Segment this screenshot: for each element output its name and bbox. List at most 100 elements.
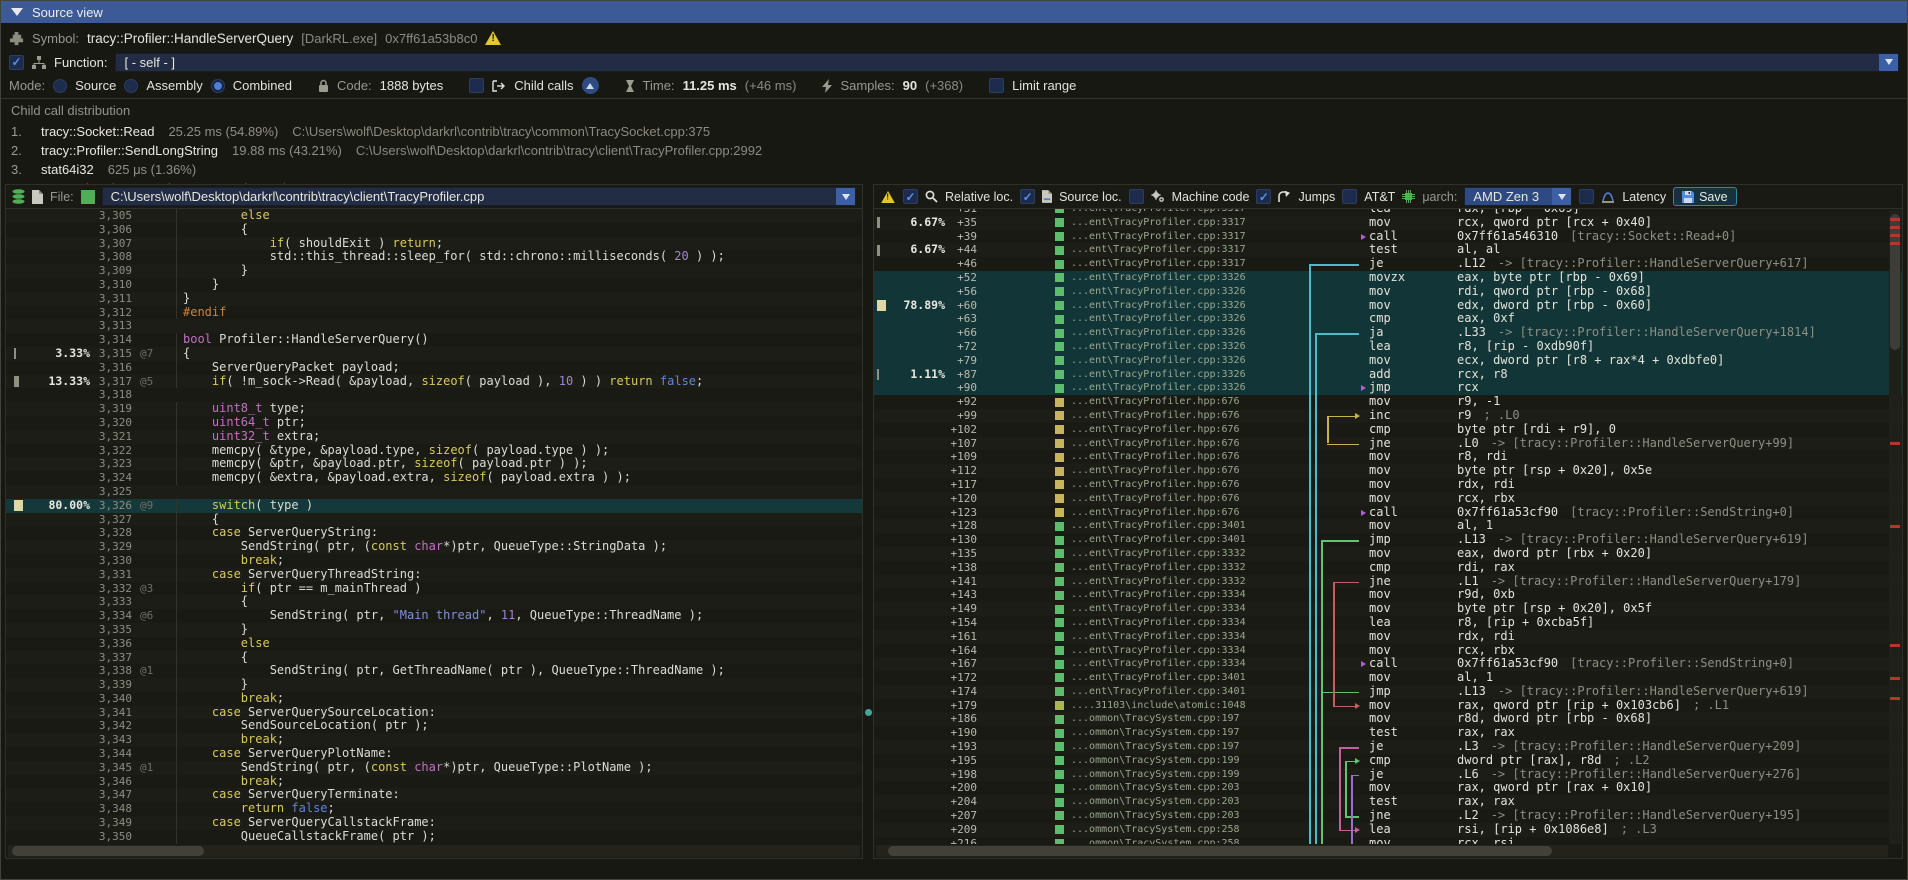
source-line[interactable]: 3,340 break;: [6, 692, 862, 706]
source-line[interactable]: 3,342 SendSourceLocation( ptr );: [6, 719, 862, 733]
asm-line[interactable]: +143...ent\TracyProfiler.cpp:3334movr9d,…: [874, 588, 1902, 602]
uarch-combo[interactable]: AMD Zen 3: [1464, 187, 1572, 206]
asm-line[interactable]: +216...ommon\TracySystem.cpp:258movrcx, …: [874, 837, 1902, 844]
source-line[interactable]: 3,309 }: [6, 264, 862, 278]
asm-line[interactable]: +138...ent\TracyProfiler.cpp:3332cmprdi,…: [874, 561, 1902, 575]
jumps-checkbox[interactable]: [1256, 189, 1271, 204]
source-line[interactable]: 3,313: [6, 319, 862, 333]
asm-line[interactable]: +198...ommon\TracySystem.cpp:199je.L6-> …: [874, 768, 1902, 782]
asm-line[interactable]: +179....31103\include\atomic:1048movrax,…: [874, 699, 1902, 713]
file-combo-arrow[interactable]: [836, 188, 855, 205]
source-line[interactable]: 3,320 uint64_t ptr;: [6, 416, 862, 430]
file-combo[interactable]: C:\Users\wolf\Desktop\darkrl\contrib\tra…: [102, 187, 856, 206]
source-line[interactable]: 3,316 ServerQueryPacket payload;: [6, 361, 862, 375]
asm-line[interactable]: +109...ent\TracyProfiler.hpp:676movr8, r…: [874, 450, 1902, 464]
source-line[interactable]: 3,311}: [6, 292, 862, 306]
source-line[interactable]: 3,341 case ServerQuerySourceLocation:: [6, 706, 862, 720]
asm-line[interactable]: +161...ent\TracyProfiler.cpp:3334movrdx,…: [874, 630, 1902, 644]
asm-line[interactable]: +79...ent\TracyProfiler.cpp:3326movecx, …: [874, 354, 1902, 368]
att-checkbox[interactable]: [1342, 189, 1357, 204]
asm-line[interactable]: +107...ent\TracyProfiler.hpp:676jne.L0->…: [874, 437, 1902, 451]
source-line[interactable]: 3,323 memcpy( &ptr, &payload.ptr, sizeof…: [6, 457, 862, 471]
asm-line[interactable]: 78.89%+60...ent\TracyProfiler.cpp:3326mo…: [874, 299, 1902, 313]
collapse-arrow-icon[interactable]: [11, 8, 23, 16]
source-line[interactable]: 3,329 SendString( ptr, (const char*)ptr,…: [6, 540, 862, 554]
source-line[interactable]: 3,332@3 if( ptr == m_mainThread ): [6, 582, 862, 596]
mode-radio-source[interactable]: [53, 79, 67, 93]
asm-line[interactable]: +209...ommon\TracySystem.cpp:258learsi, …: [874, 823, 1902, 837]
assembly-view[interactable]: +31...ent\TracyProfiler.cpp:3317leardx, …: [874, 209, 1902, 844]
source-line[interactable]: 3,336 else: [6, 637, 862, 651]
relative-loc-checkbox[interactable]: [903, 189, 918, 204]
source-loc-checkbox[interactable]: [1020, 189, 1035, 204]
asm-line[interactable]: +167...ent\TracyProfiler.cpp:3334call0x7…: [874, 657, 1902, 671]
source-line[interactable]: 3,328 case ServerQueryString:: [6, 526, 862, 540]
source-line[interactable]: 3,322 memcpy( &type, &payload.type, size…: [6, 444, 862, 458]
asm-line[interactable]: +154...ent\TracyProfiler.cpp:3334lear8, …: [874, 616, 1902, 630]
asm-line[interactable]: +141...ent\TracyProfiler.cpp:3332jne.L1-…: [874, 575, 1902, 589]
assembly-vscrollbar[interactable]: [1889, 210, 1901, 844]
source-line[interactable]: 3,325: [6, 485, 862, 499]
asm-line[interactable]: +92...ent\TracyProfiler.hpp:676movr9, -1: [874, 395, 1902, 409]
source-line[interactable]: 3,347 case ServerQueryTerminate:: [6, 788, 862, 802]
source-line[interactable]: 3,310 }: [6, 278, 862, 292]
source-line[interactable]: 3,318: [6, 388, 862, 402]
asm-line[interactable]: +195...ommon\TracySystem.cpp:199cmpdword…: [874, 754, 1902, 768]
source-line[interactable]: 3.33%3,315@7{: [6, 347, 862, 361]
source-line[interactable]: 3,343 break;: [6, 733, 862, 747]
latency-checkbox[interactable]: [1579, 189, 1594, 204]
asm-line[interactable]: +56...ent\TracyProfiler.cpp:3326movrdi, …: [874, 285, 1902, 299]
mode-radio-combined[interactable]: [211, 79, 225, 93]
function-combo-arrow[interactable]: [1879, 54, 1898, 71]
asm-line[interactable]: +46...ent\TracyProfiler.cpp:3317je.L12->…: [874, 257, 1902, 271]
source-line[interactable]: 3,307 if( shouldExit ) return;: [6, 237, 862, 251]
child-call-row[interactable]: 1.tracy::Socket::Read25.25 ms (54.89%)C:…: [11, 122, 1897, 141]
source-line[interactable]: 3,308 std::this_thread::sleep_for( std::…: [6, 250, 862, 264]
source-line[interactable]: 3,305 else: [6, 209, 862, 223]
save-button[interactable]: Save: [1673, 187, 1737, 206]
asm-line[interactable]: +186...ommon\TracySystem.cpp:197movr8d, …: [874, 712, 1902, 726]
asm-line[interactable]: 6.67%+35...ent\TracyProfiler.cpp:3317mov…: [874, 216, 1902, 230]
source-line[interactable]: 3,339 }: [6, 678, 862, 692]
source-line[interactable]: 3,334@6 SendString( ptr, "Main thread", …: [6, 609, 862, 623]
asm-line[interactable]: +204...ommon\TracySystem.cpp:203testrax,…: [874, 795, 1902, 809]
source-code-view[interactable]: 3,305 else3,306 {3,307 if( shouldExit ) …: [6, 209, 862, 844]
assembly-hscrollbar[interactable]: [876, 845, 1888, 857]
asm-line[interactable]: 6.67%+44...ent\TracyProfiler.cpp:3317tes…: [874, 243, 1902, 257]
mode-radio-assembly[interactable]: [124, 79, 138, 93]
source-line[interactable]: 3,345@1 SendString( ptr, (const char*)pt…: [6, 761, 862, 775]
child-call-row[interactable]: 3.stat64i32625 μs (1.36%): [11, 160, 1897, 179]
asm-line[interactable]: +52...ent\TracyProfiler.cpp:3326movzxeax…: [874, 271, 1902, 285]
function-checkbox[interactable]: [9, 55, 24, 70]
source-line[interactable]: 3,338@1 SendString( ptr, GetThreadName( …: [6, 664, 862, 678]
asm-line[interactable]: +164...ent\TracyProfiler.cpp:3334movrcx,…: [874, 644, 1902, 658]
panel-splitter[interactable]: [863, 184, 873, 859]
source-line[interactable]: 3,346 break;: [6, 775, 862, 789]
source-line[interactable]: 3,324 memcpy( &extra, &payload.extra, si…: [6, 471, 862, 485]
uarch-combo-arrow[interactable]: [1552, 188, 1571, 205]
source-line[interactable]: 3,349 case ServerQueryCallstackFrame:: [6, 816, 862, 830]
source-line[interactable]: 3,321 uint32_t extra;: [6, 430, 862, 444]
asm-line[interactable]: +190...ommon\TracySystem.cpp:197testrax,…: [874, 726, 1902, 740]
splitter-grip-icon[interactable]: [865, 709, 872, 716]
asm-line[interactable]: +172...ent\TracyProfiler.cpp:3401moval, …: [874, 671, 1902, 685]
asm-line[interactable]: +120...ent\TracyProfiler.hpp:676movrcx, …: [874, 492, 1902, 506]
source-line[interactable]: 3,330 break;: [6, 554, 862, 568]
child-calls-checkbox[interactable]: [469, 78, 484, 93]
machine-code-checkbox[interactable]: [1129, 189, 1144, 204]
asm-line[interactable]: +128...ent\TracyProfiler.cpp:3401moval, …: [874, 519, 1902, 533]
asm-line[interactable]: +66...ent\TracyProfiler.cpp:3326ja.L33->…: [874, 326, 1902, 340]
source-line[interactable]: 3,327 {: [6, 513, 862, 527]
source-line[interactable]: 3,314bool Profiler::HandleServerQuery(): [6, 333, 862, 347]
source-line[interactable]: 3,337 {: [6, 651, 862, 665]
asm-line[interactable]: +39...ent\TracyProfiler.cpp:3317call0x7f…: [874, 230, 1902, 244]
asm-line[interactable]: +72...ent\TracyProfiler.cpp:3326lear8, […: [874, 340, 1902, 354]
asm-line[interactable]: +63...ent\TracyProfiler.cpp:3326cmpeax, …: [874, 312, 1902, 326]
asm-line[interactable]: +117...ent\TracyProfiler.hpp:676movrdx, …: [874, 478, 1902, 492]
asm-line[interactable]: +123...ent\TracyProfiler.hpp:676call0x7f…: [874, 506, 1902, 520]
asm-line[interactable]: +149...ent\TracyProfiler.cpp:3334movbyte…: [874, 602, 1902, 616]
source-line[interactable]: 80.00%3,326@9 switch( type ): [6, 499, 862, 513]
asm-line[interactable]: +102...ent\TracyProfiler.hpp:676cmpbyte …: [874, 423, 1902, 437]
asm-line[interactable]: +99...ent\TracyProfiler.hpp:676incr9; .L…: [874, 409, 1902, 423]
asm-line[interactable]: +135...ent\TracyProfiler.cpp:3332moveax,…: [874, 547, 1902, 561]
